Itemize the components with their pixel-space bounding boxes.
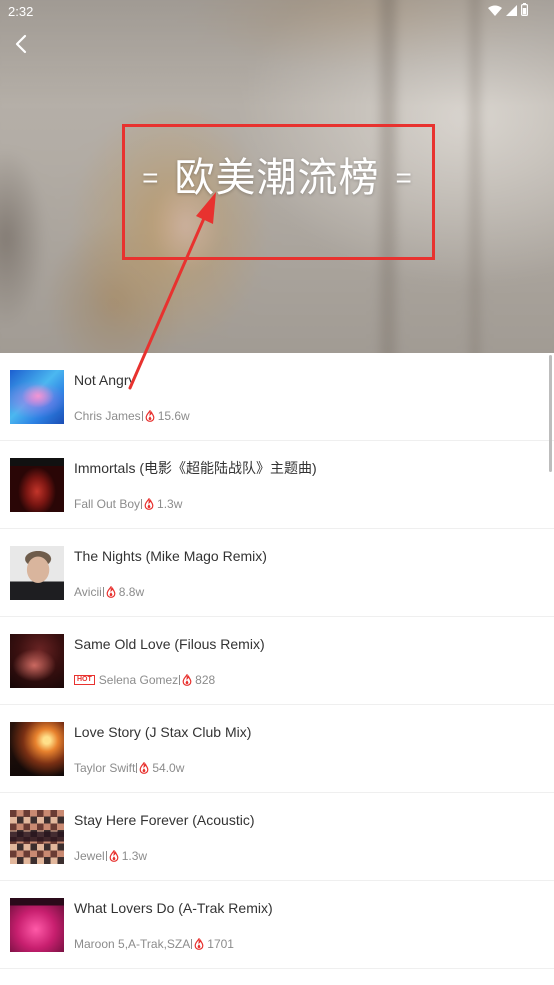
- play-count: 54.0w: [152, 761, 185, 775]
- flame-icon: [194, 938, 204, 950]
- song-meta: Taylor Swift 54.0w: [74, 760, 184, 776]
- play-count: 1701: [207, 937, 234, 951]
- flame-icon: [109, 850, 119, 862]
- play-count: 8.8w: [118, 585, 145, 599]
- song-artist: Fall Out Boy: [74, 497, 141, 511]
- flame-icon: [182, 674, 192, 686]
- status-bar: 2:32: [0, 0, 554, 24]
- song-item[interactable]: Love Story (J Stax Club Mix) Taylor Swif…: [0, 705, 554, 793]
- play-count: 1.3w: [121, 849, 148, 863]
- meta-divider: [141, 411, 143, 421]
- meta-divider: [191, 939, 193, 949]
- play-count: 15.6w: [157, 409, 190, 423]
- song-meta: Maroon 5,A-Trak,SZA 1701: [74, 936, 234, 952]
- song-meta: Avicii 8.8w: [74, 584, 144, 600]
- meta-divider: [136, 763, 138, 773]
- album-cover: [10, 546, 64, 600]
- song-item[interactable]: Same Old Love (Filous Remix) HOT Selena …: [0, 617, 554, 705]
- album-cover: [10, 722, 64, 776]
- page-title: 欧美潮流榜: [174, 156, 380, 200]
- song-meta: HOT Selena Gomez 828: [74, 672, 215, 688]
- title-deco-right: =: [395, 162, 412, 193]
- back-button[interactable]: [8, 32, 34, 60]
- song-meta: Jewel 1.3w: [74, 848, 147, 864]
- chevron-left-icon: [15, 34, 27, 59]
- song-list: Not Angry Chris James 15.6w Immortals (电…: [0, 353, 554, 969]
- album-cover: [10, 634, 64, 688]
- album-cover: [10, 810, 64, 864]
- song-artist: Selena Gomez: [98, 673, 179, 687]
- album-cover: [10, 370, 64, 424]
- song-title: Immortals (电影《超能陆战队》主题曲): [74, 460, 317, 476]
- cellular-signal-icon: [506, 3, 517, 21]
- wifi-icon: [488, 3, 502, 21]
- song-meta: Chris James 15.6w: [74, 408, 190, 424]
- flame-icon: [139, 762, 149, 774]
- play-count: 1.3w: [157, 497, 183, 511]
- song-item[interactable]: Immortals (电影《超能陆战队》主题曲) Fall Out Boy 1.…: [0, 441, 554, 529]
- status-icons: [488, 3, 529, 21]
- song-title: What Lovers Do (A-Trak Remix): [74, 900, 273, 916]
- song-title: Same Old Love (Filous Remix): [74, 636, 265, 652]
- hot-badge: HOT: [74, 675, 95, 685]
- song-artist: Avicii: [74, 585, 102, 599]
- song-title: The Nights (Mike Mago Remix): [74, 548, 267, 564]
- song-title: Stay Here Forever (Acoustic): [74, 812, 255, 828]
- scrollbar[interactable]: [549, 355, 552, 472]
- song-title: Not Angry: [74, 372, 136, 388]
- song-item[interactable]: The Nights (Mike Mago Remix) Avicii 8.8w: [0, 529, 554, 617]
- meta-divider: [141, 499, 143, 509]
- status-time: 2:32: [8, 4, 34, 19]
- title-deco-left: =: [142, 162, 159, 193]
- battery-icon: [521, 3, 529, 21]
- chart-title: = 欧美潮流榜 =: [0, 150, 554, 206]
- song-item[interactable]: Stay Here Forever (Acoustic) Jewel 1.3w: [0, 793, 554, 881]
- song-artist: Jewel: [74, 849, 105, 863]
- flame-icon: [144, 498, 154, 510]
- song-artist: Taylor Swift: [74, 761, 136, 775]
- flame-icon: [145, 410, 155, 422]
- meta-divider: [105, 851, 107, 861]
- song-artist: Chris James: [74, 409, 141, 423]
- album-cover: [10, 458, 64, 512]
- song-meta: Fall Out Boy 1.3w: [74, 496, 182, 512]
- meta-divider: [179, 675, 181, 685]
- song-title: Love Story (J Stax Club Mix): [74, 724, 252, 740]
- song-item[interactable]: Not Angry Chris James 15.6w: [0, 353, 554, 441]
- song-item[interactable]: What Lovers Do (A-Trak Remix) Maroon 5,A…: [0, 881, 554, 969]
- flame-icon: [106, 586, 116, 598]
- play-count: 828: [195, 673, 216, 687]
- album-cover: [10, 898, 64, 952]
- meta-divider: [102, 587, 104, 597]
- header-banner: 2:32 = 欧美潮流榜 =: [0, 0, 554, 353]
- song-artist: Maroon 5,A-Trak,SZA: [74, 937, 191, 951]
